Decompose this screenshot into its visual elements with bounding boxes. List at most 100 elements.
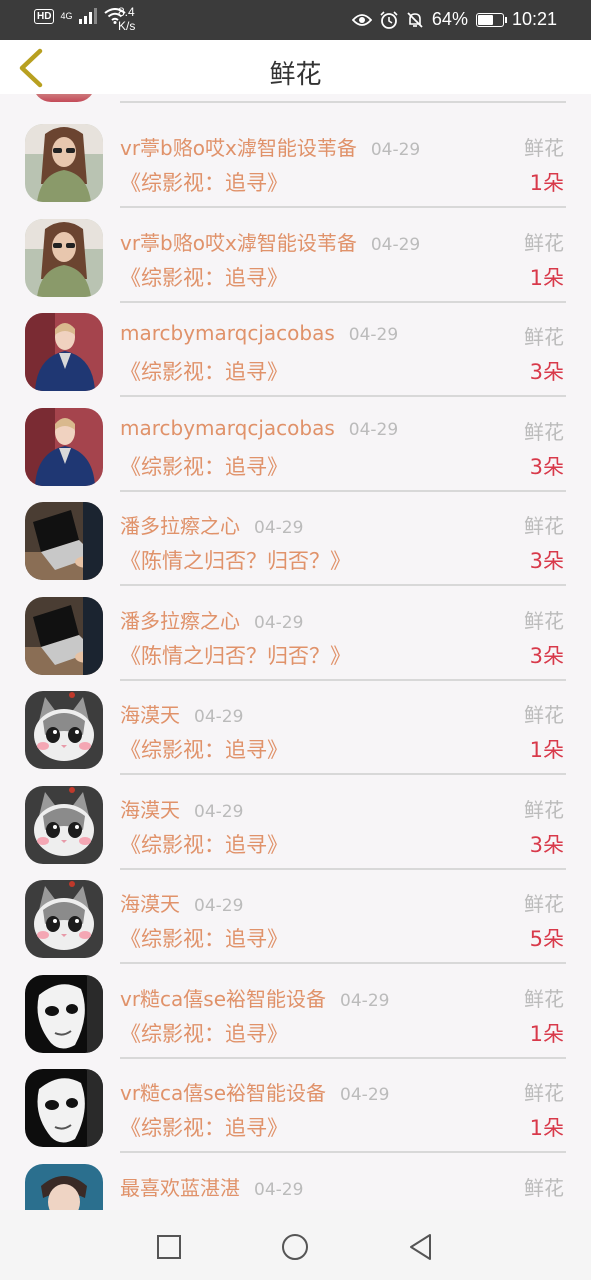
gift-count: 1朵 — [529, 171, 564, 195]
list-item[interactable]: vr糙ca僖se裕智能设备 04-29 鲜花《综影视：追寻》 1朵 — [0, 955, 591, 1059]
list-item[interactable]: 海漠天 04-29 鲜花 《综影视：追寻》 1朵 — [0, 671, 591, 775]
gift-date: 04-29 — [340, 990, 390, 1011]
gift-date: 04-29 — [194, 896, 244, 916]
nav-back-button[interactable] — [406, 1232, 436, 1262]
list-item[interactable]: 潘多拉瘵之心 04-29 鲜花 《陈情之归否？归否？》 3朵 — [0, 577, 591, 681]
sender-name: 海漠天 04-29 — [120, 794, 243, 823]
sender-name: 海漠天 04-29 — [120, 888, 243, 917]
list-divider — [120, 101, 566, 103]
gift-date: 04-29 — [348, 419, 399, 440]
sender-name: vr葶b赂o哎x滹智能设苇备 04-29 — [120, 227, 420, 256]
sender-name: vr糙ca僖se裕智能设备 04-29 — [120, 1077, 389, 1106]
recent-apps-button[interactable] — [154, 1232, 184, 1262]
gift-date: 04-29 — [370, 234, 421, 255]
avatar[interactable] — [25, 313, 103, 391]
sender-name-text: 海漠天 — [120, 797, 180, 822]
sender-name: vr葶b赂o哎x滹智能设苇备 04-29 — [120, 132, 420, 161]
list-item[interactable]: 海漠天 04-29 鲜花《综影视：追寻》 3朵 — [0, 766, 591, 870]
speed-value: 8.4 — [118, 5, 135, 19]
system-nav-bar — [0, 1210, 591, 1280]
work-title[interactable]: 《综影视：追寻》 — [120, 167, 288, 197]
eye-icon — [351, 13, 372, 26]
gift-count: 3朵 — [529, 454, 564, 479]
gift-count: 1朵 — [529, 265, 564, 290]
avatar[interactable] — [25, 974, 103, 1053]
sender-name-text: marcbymarqcjacobas — [120, 415, 335, 440]
battery-icon — [475, 12, 507, 27]
sender-name-text: vr糙ca僖se裕智能设备 — [120, 986, 327, 1011]
gift-type: 鲜花 — [524, 1175, 564, 1200]
gift-count: 1朵 — [529, 1021, 564, 1046]
gift-date: 04-29 — [348, 325, 399, 345]
app-header: 鲜花 — [0, 40, 591, 94]
work-title[interactable]: 《陈情之归否？归否？》 — [120, 640, 351, 670]
gift-type: 鲜花 — [524, 230, 564, 255]
work-title[interactable]: 《综影视：追寻》 — [120, 734, 288, 764]
list-item[interactable]: vr糙ca僖se裕智能设备 04-29 鲜花《综影视：追寻》 1朵 — [0, 1049, 591, 1153]
gift-count: 1朵 — [529, 738, 564, 762]
avatar[interactable] — [25, 596, 103, 675]
gift-count: 3朵 — [529, 832, 564, 857]
work-title[interactable]: 《综影视：追寻》 — [120, 262, 288, 292]
work-title[interactable]: 《综影视：追寻》 — [120, 829, 288, 859]
gift-type: 鲜花 — [524, 1081, 564, 1105]
avatar[interactable] — [25, 1163, 103, 1210]
gift-count: 3朵 — [529, 549, 564, 573]
status-right: 64% 10:21 — [351, 9, 557, 30]
sender-name-text: 海漠天 — [120, 703, 180, 727]
work-title[interactable]: 《综影视：追寻》 — [120, 451, 288, 481]
avatar[interactable] — [25, 502, 103, 580]
sender-name: vr糙ca僖se裕智能设备 04-29 — [120, 983, 389, 1012]
avatar[interactable] — [25, 785, 103, 864]
sender-name: 潘多拉瘵之心 04-29 — [120, 605, 303, 634]
gift-type: 鲜花 — [524, 325, 564, 349]
gift-date: 04-29 — [340, 1085, 390, 1105]
sender-name: 海漠天 04-29 — [120, 699, 243, 728]
list-item[interactable]: vr葶b赂o哎x滹智能设苇备 04-29 鲜花《综影视：追寻》 1朵 — [0, 199, 591, 303]
speed-unit: K/s — [118, 19, 136, 33]
network-speed: 8.4 K/s — [118, 5, 135, 33]
work-title[interactable]: 《综影视：追寻》 — [120, 1018, 288, 1048]
avatar[interactable] — [25, 407, 103, 486]
list-item[interactable]: 最喜欢蓝湛湛04-29鲜花《陈情之归否？归否？》1朵 — [0, 1144, 591, 1210]
work-title[interactable]: 《综影视：追寻》 — [120, 923, 288, 953]
status-left: HD 4G — [34, 8, 127, 24]
sender-name-text: vr糙ca僖se裕智能设备 — [120, 1081, 327, 1105]
avatar[interactable] — [25, 880, 103, 958]
work-title[interactable]: 《综影视：追寻》 — [120, 1112, 288, 1142]
list-item[interactable]: marcbymarqcjacobas 04-29 鲜花《综影视：追寻》 3朵 — [0, 293, 591, 397]
gift-date: 04-29 — [194, 707, 244, 727]
gift-count: 1朵 — [529, 1116, 564, 1140]
home-button[interactable] — [280, 1232, 310, 1262]
gift-type: 鲜花 — [524, 608, 564, 633]
work-title[interactable]: 《综影视：追寻》 — [120, 356, 288, 386]
circle-icon — [282, 1234, 308, 1260]
avatar[interactable] — [25, 1069, 103, 1147]
avatar-partial — [33, 94, 95, 102]
gift-type: 鲜花 — [524, 986, 564, 1011]
sender-name-text: vr葶b赂o哎x滹智能设苇备 — [120, 230, 357, 255]
gift-count: 5朵 — [529, 927, 564, 951]
work-title[interactable]: 《陈情之归否？归否？》 — [120, 545, 351, 575]
avatar[interactable] — [25, 691, 103, 769]
signal-icon — [79, 8, 98, 24]
hd-badge: HD — [34, 8, 55, 24]
gift-type: 鲜花 — [524, 797, 564, 822]
sender-name: 最喜欢蓝湛湛 04-29 — [120, 1172, 303, 1201]
list-item[interactable]: 海漠天 04-29 鲜花《综影视：追寻》 5朵 — [0, 860, 591, 964]
sender-name-text: marcbymarqcjacobas — [120, 321, 335, 345]
triangle-back-icon — [410, 1234, 431, 1260]
gift-record-list[interactable]: vr葶b赂o哎x滹智能设苇备 04-29 鲜花 《综影视：追寻》 1朵 vr葶b赂o哎x滹… — [0, 94, 591, 1210]
avatar[interactable] — [25, 124, 103, 202]
gift-date: 04-29 — [254, 518, 304, 538]
gift-type: 鲜花 — [524, 892, 564, 916]
sender-name: 潘多拉瘵之心 04-29 — [120, 510, 303, 539]
sender-name-text: 海漠天 — [120, 892, 180, 916]
gift-count: 3朵 — [529, 360, 564, 384]
list-item[interactable]: marcbymarqcjacobas 04-29 鲜花 《综影视：追寻》 3朵 — [0, 388, 591, 492]
list-item[interactable]: vr葶b赂o哎x滹智能设苇备 04-29 鲜花《综影视：追寻》 1朵 — [0, 104, 591, 208]
gift-type: 鲜花 — [524, 136, 564, 160]
avatar[interactable] — [25, 218, 103, 297]
square-icon — [157, 1235, 181, 1259]
list-item[interactable]: 潘多拉瘵之心 04-29 鲜花 《陈情之归否？归否？》 3朵 — [0, 482, 591, 586]
